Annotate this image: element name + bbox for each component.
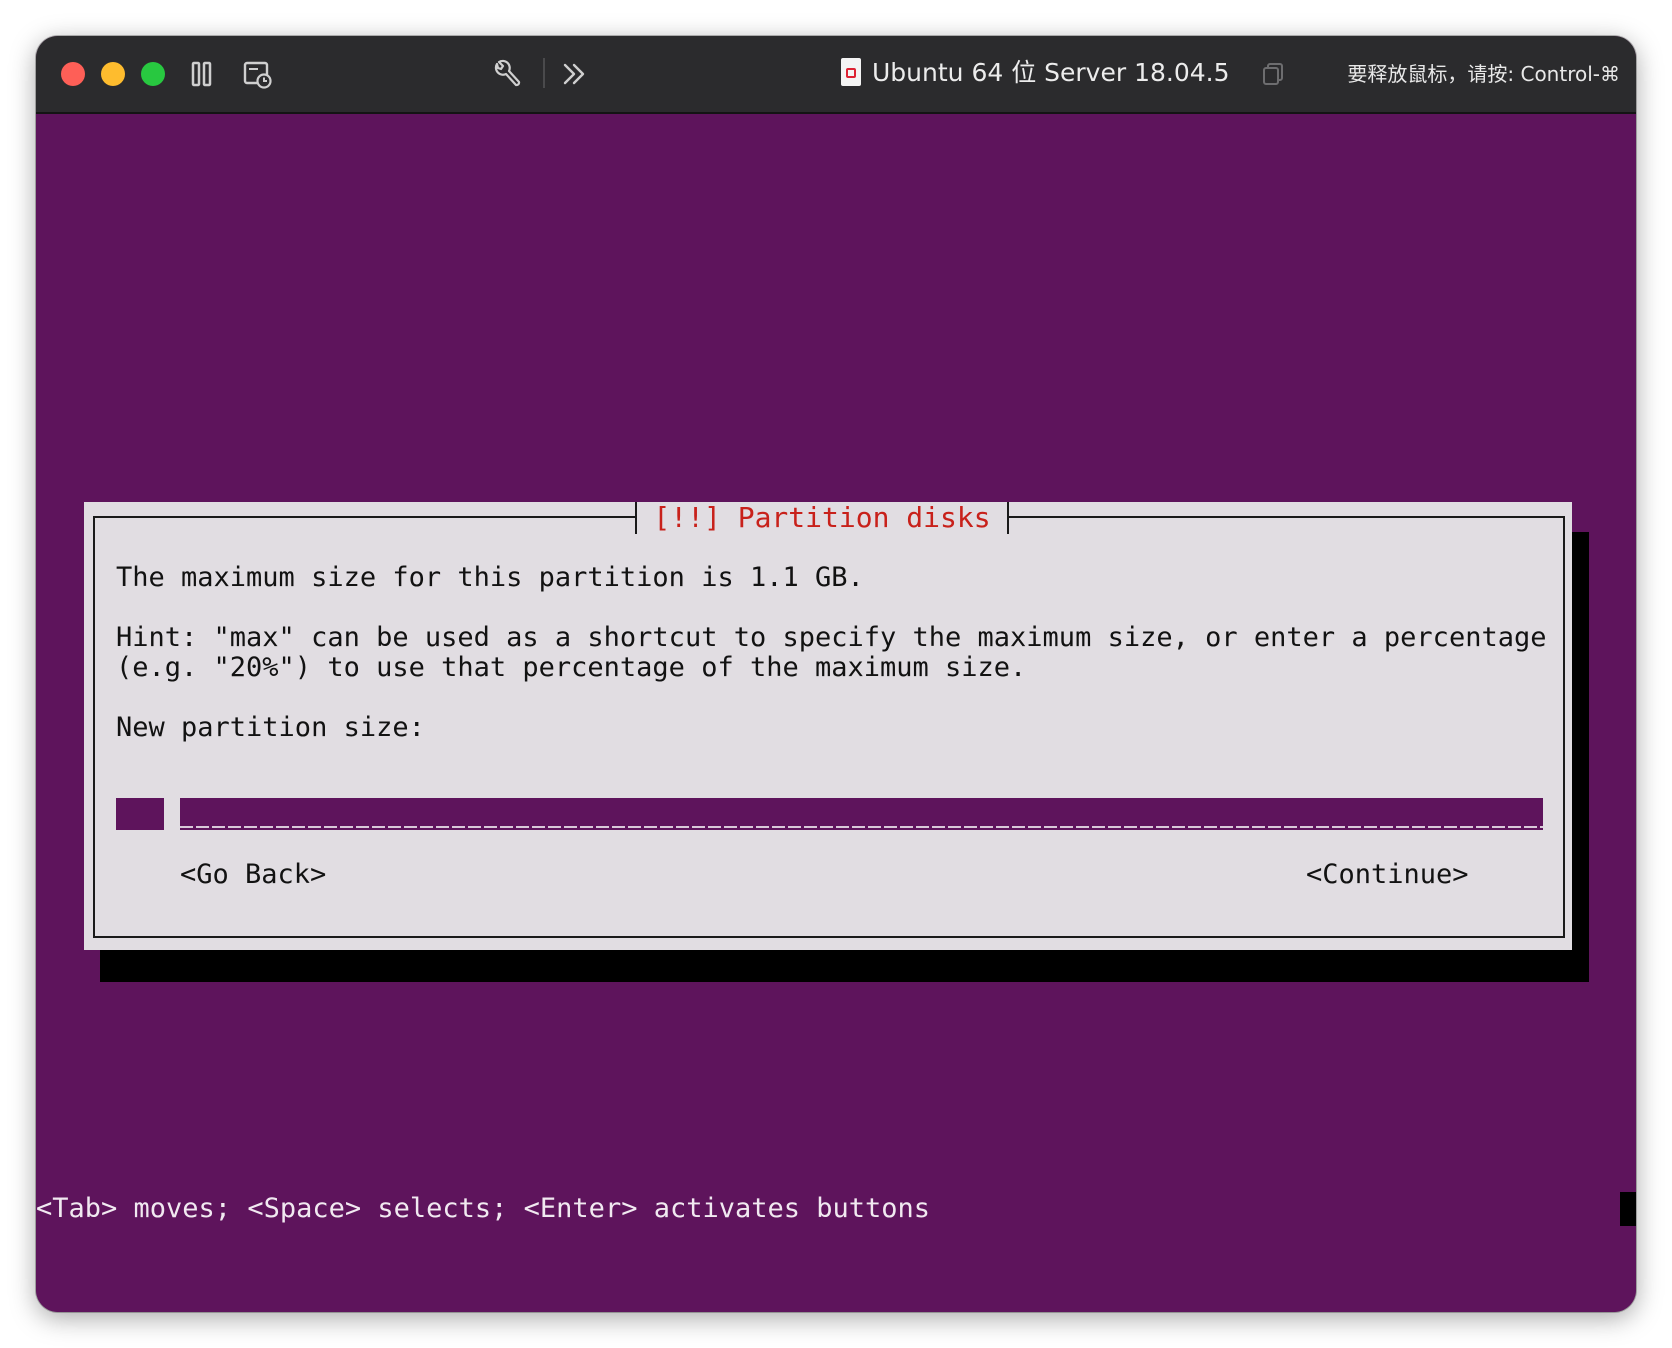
document-icon [841, 58, 861, 86]
status-bar-text: <Tab> moves; <Space> selects; <Enter> ac… [36, 1193, 931, 1224]
copy-icon[interactable] [1260, 56, 1288, 92]
field-label: New partition size: [116, 712, 425, 743]
title-bar: Ubuntu 64 位 Server 18.04.5 要释放鼠标，请按: Con… [36, 36, 1636, 114]
wrench-icon[interactable] [490, 56, 522, 92]
input-cursor-gap [164, 798, 180, 830]
toolbar-divider [543, 58, 545, 88]
go-back-button[interactable]: <Go Back> [180, 859, 326, 891]
pause-icon[interactable] [190, 56, 214, 92]
window-title: Ubuntu 64 位 Server 18.04.5 [872, 58, 1230, 87]
partition-dialog: [!!] Partition disks The maximum size fo… [84, 502, 1572, 950]
close-window-button[interactable] [61, 62, 85, 86]
hint-text-line-2: (e.g. "20%") to use that percentage of t… [116, 652, 1027, 683]
minimize-window-button[interactable] [101, 62, 125, 86]
zoom-window-button[interactable] [141, 62, 165, 86]
dialog-title: [!!] Partition disks [635, 502, 1009, 534]
vm-screen[interactable]: [!!] Partition disks The maximum size fo… [36, 114, 1636, 1312]
continue-button[interactable]: <Continue> [1306, 859, 1469, 891]
release-mouse-hint: 要释放鼠标，请按: Control-⌘ [1347, 62, 1620, 86]
chevron-double-right-icon[interactable] [560, 56, 588, 92]
input-underscores [164, 798, 1543, 830]
hint-text-line-1: Hint: "max" can be used as a shortcut to… [116, 622, 1547, 653]
max-size-text: The maximum size for this partition is 1… [116, 562, 864, 593]
snapshot-icon[interactable] [242, 56, 274, 92]
partition-size-input[interactable]: max [116, 798, 1543, 830]
vm-window: Ubuntu 64 位 Server 18.04.5 要释放鼠标，请按: Con… [36, 36, 1636, 1312]
terminal-cursor [1620, 1192, 1636, 1226]
